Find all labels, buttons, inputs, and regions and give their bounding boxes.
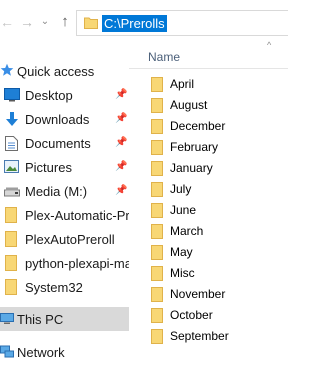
folder-name: Misc [170, 266, 195, 280]
nav-item-label: Pictures [25, 160, 72, 175]
navigation-pane: Quick access Desktop 📌 Downloads 📌 Docum… [0, 44, 129, 366]
folder-row[interactable]: December [129, 116, 288, 137]
folder-row[interactable]: June [129, 200, 288, 221]
folder-name: May [170, 245, 193, 259]
back-arrow-icon[interactable]: ← [0, 14, 14, 30]
folder-row[interactable]: November [129, 284, 288, 305]
pictures-icon [4, 160, 19, 176]
nav-item-label: Plex-Automatic-Pre [25, 208, 129, 223]
folder-name: January [170, 161, 213, 175]
nav-item-label: Downloads [25, 112, 90, 127]
nav-item-label: Documents [25, 136, 91, 151]
forward-arrow-icon[interactable]: → [20, 14, 34, 30]
desktop-icon [4, 88, 20, 105]
folder-icon [151, 308, 163, 323]
folder-name: April [170, 77, 195, 91]
folder-icon [151, 329, 163, 344]
nav-item-label: System32 [25, 280, 83, 295]
folder-icon [151, 140, 163, 155]
pin-icon: 📌 [115, 161, 128, 172]
folder-icon [151, 77, 163, 92]
folder-row[interactable]: July [129, 179, 288, 200]
column-header-label: Name [148, 50, 181, 64]
folder-icon [151, 119, 163, 134]
folder-name: December [170, 119, 226, 133]
folder-row[interactable]: March [129, 221, 288, 242]
nav-item-plex-automatic-pre[interactable]: Plex-Automatic-Pre [0, 204, 129, 227]
folder-row[interactable]: May [129, 242, 288, 263]
pin-icon: 📌 [115, 113, 128, 124]
folder-icon [5, 255, 17, 271]
star-icon [0, 63, 14, 80]
folder-row[interactable]: September [129, 326, 288, 347]
nav-item-plexautopreroll[interactable]: PlexAutoPreroll [0, 228, 129, 251]
folder-name: October [170, 308, 213, 322]
recent-locations-chevron-icon[interactable]: ⌄ [40, 14, 50, 30]
folder-row[interactable]: February [129, 137, 288, 158]
folder-icon [151, 266, 163, 281]
folder-name: June [170, 203, 197, 217]
nav-item-desktop[interactable]: Desktop 📌 [0, 84, 129, 107]
folder-icon [151, 161, 163, 176]
network-icon [0, 345, 14, 362]
pin-icon: 📌 [115, 137, 128, 148]
folder-name: July [170, 182, 192, 196]
address-toolbar: ← → ⌄ ↑ C:\Prerolls [0, 0, 288, 44]
folder-icon [151, 203, 163, 218]
folder-icon [151, 245, 163, 260]
folder-name: February [170, 140, 219, 154]
folder-row[interactable]: October [129, 305, 288, 326]
nav-item-system32[interactable]: System32 [0, 276, 129, 299]
nav-item-label: Media (M:) [25, 184, 88, 199]
folder-icon [5, 231, 17, 247]
nav-item-this-pc[interactable]: This PC [0, 307, 129, 331]
folder-name: November [170, 287, 226, 301]
nav-item-media-drive[interactable]: Media (M:) 📌 [0, 180, 129, 203]
nav-item-label: python-plexapi-ma [25, 256, 129, 271]
drive-icon [4, 186, 20, 200]
address-bar[interactable]: C:\Prerolls [76, 10, 288, 36]
documents-icon [5, 136, 18, 154]
name-column-header[interactable]: ^ Name [129, 40, 288, 69]
download-arrow-icon [5, 112, 19, 130]
up-arrow-icon[interactable]: ↑ [58, 14, 72, 30]
folder-name: August [170, 98, 208, 112]
folder-row[interactable]: April [129, 74, 288, 95]
nav-item-python-plexapi[interactable]: python-plexapi-ma [0, 252, 129, 275]
folder-row[interactable]: August [129, 95, 288, 116]
folder-icon [151, 224, 163, 239]
nav-item-label: Desktop [25, 88, 73, 103]
nav-item-label: PlexAutoPreroll [25, 232, 115, 247]
folder-icon [151, 287, 163, 302]
nav-item-network[interactable]: Network [0, 341, 129, 364]
folder-row[interactable]: January [129, 158, 288, 179]
nav-quick-access[interactable]: Quick access [0, 60, 129, 83]
pin-icon: 📌 [115, 185, 128, 196]
folder-icon [151, 182, 163, 197]
nav-item-documents[interactable]: Documents 📌 [0, 132, 129, 155]
folder-icon [84, 16, 98, 29]
address-path-text[interactable]: C:\Prerolls [102, 15, 167, 32]
folder-icon [5, 279, 17, 295]
folder-name: September [170, 329, 229, 343]
sort-ascending-icon: ^ [267, 40, 272, 50]
folder-name: March [170, 224, 204, 238]
nav-item-pictures[interactable]: Pictures 📌 [0, 156, 129, 179]
folder-icon [5, 207, 17, 223]
nav-item-downloads[interactable]: Downloads 📌 [0, 108, 129, 131]
computer-icon [0, 313, 14, 328]
nav-item-label: Network [17, 345, 65, 360]
pin-icon: 📌 [115, 89, 128, 100]
file-list-pane: ^ Name April August December February Januar… [129, 40, 288, 366]
nav-item-label: This PC [17, 312, 64, 327]
nav-quick-access-label: Quick access [17, 64, 95, 79]
folder-row[interactable]: Misc [129, 263, 288, 284]
folder-icon [151, 98, 163, 113]
